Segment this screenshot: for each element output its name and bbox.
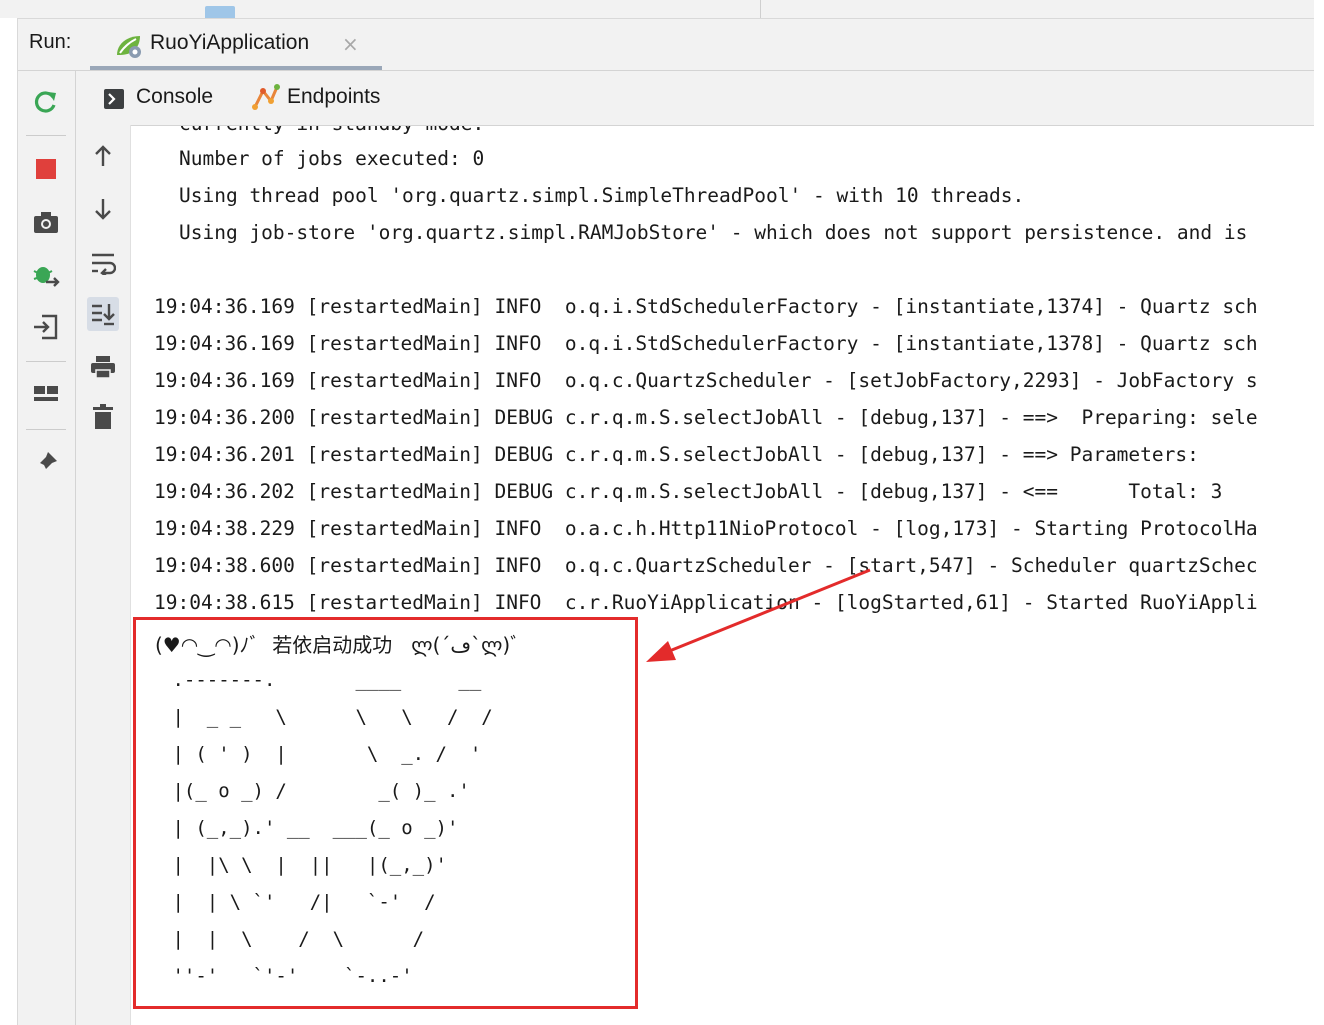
camera-icon[interactable] <box>32 208 60 236</box>
tab-endpoints-label: Endpoints <box>287 85 381 108</box>
endpoints-icon <box>252 84 280 110</box>
spring-app-icon <box>117 36 141 58</box>
console-tab-bar: Console Endpoints <box>76 71 1314 126</box>
log-line: 19:04:38.615 [restartedMain] INFO c.r.Ru… <box>154 591 1258 614</box>
active-tab-indicator <box>90 66 382 70</box>
ascii-art-line: ''-' `'-' `-..-' <box>161 965 413 987</box>
tab-endpoints[interactable]: Endpoints <box>246 71 406 125</box>
divider <box>26 361 66 362</box>
editor-top-strip <box>0 0 1324 19</box>
console-line-cut: currently in standby mode. <box>179 126 484 135</box>
close-icon[interactable]: × <box>342 32 359 56</box>
right-margin <box>1314 0 1324 1025</box>
ascii-art-line: | (_,_).' __ ___(_ o _)' <box>161 817 459 839</box>
down-arrow-icon[interactable] <box>89 195 117 223</box>
divider <box>760 0 761 18</box>
import-icon[interactable] <box>32 313 60 341</box>
debug-bug-icon[interactable] <box>32 262 60 290</box>
stop-icon[interactable] <box>32 155 60 183</box>
layout-icon[interactable] <box>32 381 60 409</box>
tab-console-label: Console <box>136 85 214 108</box>
log-line: 19:04:36.202 [restartedMain] DEBUG c.r.q… <box>154 480 1223 503</box>
rerun-icon[interactable] <box>32 88 60 116</box>
console-icon <box>104 89 124 109</box>
trash-icon[interactable] <box>89 403 117 431</box>
print-icon[interactable] <box>89 353 117 381</box>
console-line: Using job-store 'org.quartz.simpl.RAMJob… <box>179 221 1248 244</box>
startup-success-message: (♥◠‿◠)ﾉﾞ 若依启动成功 ლ(´ڡ`ლ)ﾞ <box>155 633 521 657</box>
log-line: 19:04:38.229 [restartedMain] INFO o.a.c.… <box>154 517 1258 540</box>
soft-wrap-icon[interactable] <box>89 249 117 277</box>
folder-icon <box>205 6 235 18</box>
pin-icon[interactable] <box>32 449 60 477</box>
console-output[interactable]: currently in standby mode. Number of job… <box>131 126 1314 1025</box>
log-line: 19:04:36.201 [restartedMain] DEBUG c.r.q… <box>154 443 1199 466</box>
ascii-art-line: | ( ' ) | \ _. / ' <box>161 743 482 765</box>
log-line: 19:04:36.169 [restartedMain] INFO o.q.i.… <box>154 332 1258 355</box>
ascii-art-line: |(_ o _) / _( )_ .' <box>161 780 470 802</box>
console-side-toolbar <box>76 125 131 1025</box>
log-line: 19:04:36.169 [restartedMain] INFO o.q.i.… <box>154 295 1258 318</box>
divider <box>26 135 66 136</box>
up-arrow-icon[interactable] <box>89 142 117 170</box>
run-label: Run: <box>29 31 72 53</box>
scroll-to-end-icon[interactable] <box>87 297 119 331</box>
run-tab-ruoyi-application[interactable]: RuoYiApplication × <box>90 19 382 70</box>
outer-left-margin <box>0 18 18 1025</box>
ascii-art-line: | _ _ \ \ \ / / <box>161 706 493 728</box>
ascii-art-line: | | \ `' /| `-' / <box>161 891 436 913</box>
run-header: Run: RuoYiApplication × <box>18 19 1314 71</box>
run-left-toolbar <box>18 71 76 1025</box>
divider <box>26 429 66 430</box>
ascii-art-line: .-------. ____ __ <box>161 669 482 691</box>
console-line: Number of jobs executed: 0 <box>179 147 485 170</box>
log-line: 19:04:36.200 [restartedMain] DEBUG c.r.q… <box>154 406 1258 429</box>
run-tab-title: RuoYiApplication <box>150 31 310 54</box>
console-line: Using thread pool 'org.quartz.simpl.Simp… <box>179 184 1025 207</box>
tab-console[interactable]: Console <box>76 71 236 125</box>
ascii-art-line: | |\ \ | || |(_,_)' <box>161 854 447 876</box>
ascii-art-line: | | \ / \ / <box>161 928 425 950</box>
log-line: 19:04:38.600 [restartedMain] INFO o.q.c.… <box>154 554 1258 577</box>
log-line: 19:04:36.169 [restartedMain] INFO o.q.c.… <box>154 369 1258 392</box>
